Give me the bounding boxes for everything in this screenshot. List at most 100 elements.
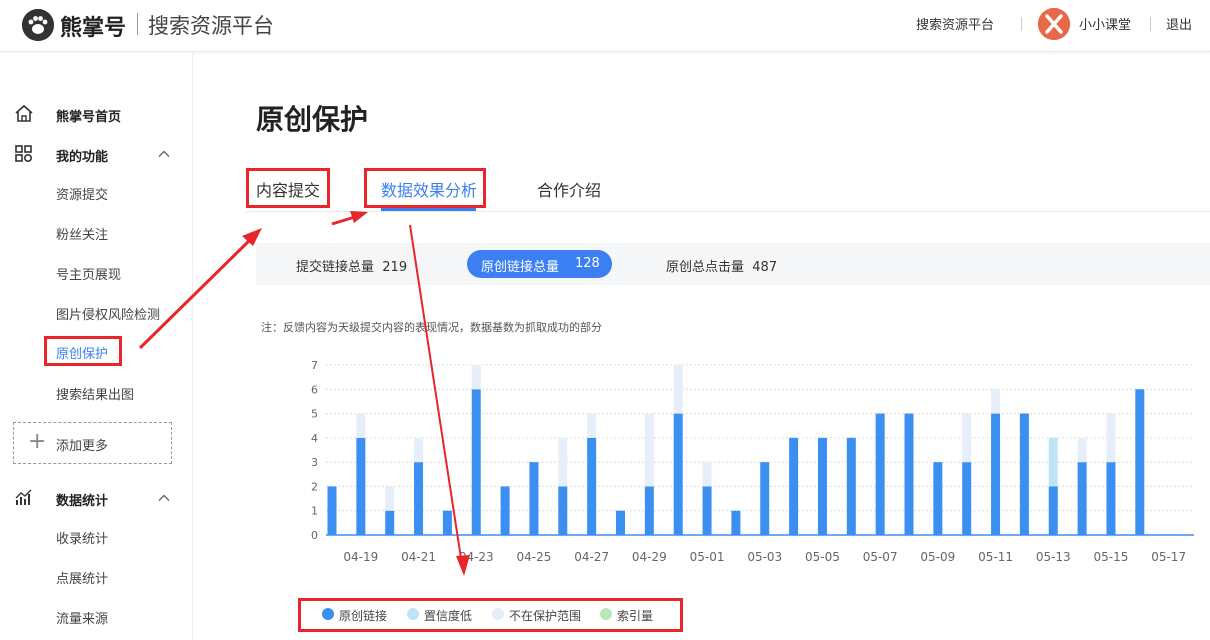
page-title: 原创保护 [256, 103, 369, 136]
stat-value: 219 [382, 260, 408, 275]
sidebar-section-label: 数据统计 [56, 494, 109, 509]
bar [529, 462, 539, 535]
tab-divider [246, 211, 1210, 212]
platform-link[interactable]: 搜索资源平台 [916, 14, 994, 33]
bar [558, 437, 568, 487]
bar [1106, 413, 1116, 463]
bar [904, 413, 914, 535]
stat-value: 128 [575, 256, 600, 271]
y-tick-label: 3 [311, 456, 318, 469]
x-tick-label: 05-01 [690, 550, 725, 564]
y-tick-label: 5 [311, 408, 318, 421]
sidebar-item-index-stats[interactable]: 收录统计 [56, 528, 108, 547]
sidebar-item-image-risk[interactable]: 图片侵权风险检测 [56, 304, 160, 323]
sidebar-item-homepage-display[interactable]: 号主页展现 [56, 264, 121, 283]
grid-icon [15, 145, 33, 163]
bar [442, 510, 452, 535]
chevron-up-icon[interactable] [158, 492, 170, 504]
annotation-box [246, 168, 330, 208]
logout-link[interactable]: 退出 [1166, 14, 1192, 33]
y-tick-label: 4 [311, 432, 318, 445]
bar [933, 462, 943, 535]
chart-note: 注：反馈内容为天级提交内容的表现情况，数据基数为抓取成功的部分 [261, 321, 602, 334]
bar [962, 462, 972, 535]
add-more-button[interactable]: + 添加更多 [13, 422, 172, 464]
x-tick-label: 05-15 [1094, 550, 1129, 564]
y-tick-label: 0 [311, 529, 318, 542]
bar [991, 413, 1001, 535]
bar [817, 437, 827, 535]
bar [1048, 486, 1058, 535]
avatar-x-icon[interactable] [1038, 8, 1070, 40]
stat-value: 487 [752, 260, 778, 275]
y-tick-label: 6 [311, 383, 318, 396]
brand-subtitle[interactable]: 搜索资源平台 [148, 10, 274, 40]
y-tick-label: 2 [311, 480, 318, 493]
brand-name[interactable]: 熊掌号 [60, 10, 126, 42]
sidebar-item-search-image[interactable]: 搜索结果出图 [56, 384, 134, 403]
bar [414, 462, 424, 535]
stat-submitted-links[interactable]: 提交链接总量 219 [296, 256, 407, 275]
bar [1019, 413, 1029, 535]
bar [673, 413, 683, 535]
home-icon [15, 104, 33, 122]
bar [702, 486, 712, 535]
tab-cooperation[interactable]: 合作介绍 [537, 177, 601, 201]
y-tick-label: 1 [311, 505, 318, 518]
bar [385, 486, 395, 511]
bar [1077, 462, 1087, 535]
bar [500, 486, 510, 535]
active-tab-indicator [381, 208, 476, 211]
sidebar-section-label: 我的功能 [56, 150, 109, 165]
bar [673, 365, 683, 414]
annotation-arrow [331, 214, 359, 226]
bar [587, 413, 597, 438]
stats-bar: 提交链接总量 219 原创链接总量 128 原创总点击量 487 [256, 243, 1210, 285]
bar [789, 437, 799, 535]
brand-divider [137, 13, 138, 35]
header-divider [1150, 17, 1151, 31]
annotation-box [44, 336, 122, 366]
x-tick-label: 04-21 [401, 550, 436, 564]
annotation-box [364, 168, 486, 208]
x-tick-label: 04-19 [343, 550, 378, 564]
x-tick-label: 04-27 [574, 550, 609, 564]
top-bar: 熊掌号 搜索资源平台 搜索资源平台 小小课堂 退出 [0, 0, 1210, 52]
annotation-box [298, 598, 683, 632]
x-tick-label: 05-17 [1151, 550, 1186, 564]
x-tick-label: 05-07 [863, 550, 898, 564]
sidebar-item-traffic-source[interactable]: 流量来源 [56, 608, 108, 627]
sidebar-item-display-stats[interactable]: 点展统计 [56, 568, 108, 587]
header-divider [1021, 17, 1022, 31]
sidebar-item-fans[interactable]: 粉丝关注 [56, 224, 108, 243]
chevron-up-icon[interactable] [158, 148, 170, 160]
bar [962, 413, 972, 463]
y-tick-label: 7 [311, 359, 318, 372]
stat-label: 提交链接总量 [296, 260, 375, 275]
bar [644, 486, 654, 535]
bar-chart: 0 1 2 3 4 5 6 7 04-19 04-21 04-23 04-25 04-27 04-29 05… [311, 359, 1194, 564]
bar [846, 437, 856, 535]
bar-chart-icon [15, 489, 32, 505]
bar [1077, 437, 1087, 463]
stat-original-clicks[interactable]: 原创总点击量 487 [666, 256, 777, 275]
bar [356, 413, 366, 438]
bar [327, 486, 337, 535]
bar [644, 413, 654, 487]
add-more-label: 添加更多 [56, 439, 109, 454]
bar [385, 510, 395, 535]
paw-icon[interactable] [22, 9, 54, 41]
x-tick-label: 05-11 [978, 550, 1013, 564]
x-tick-label: 04-25 [517, 550, 552, 564]
bar [731, 510, 741, 535]
stat-label: 原创链接总量 [481, 260, 560, 275]
plus-icon: + [28, 429, 47, 454]
bar [471, 365, 481, 390]
x-tick-label: 05-13 [1036, 550, 1071, 564]
stat-original-links[interactable]: 原创链接总量 128 [467, 250, 612, 278]
x-tick-label: 05-03 [747, 550, 782, 564]
bar [471, 389, 481, 535]
sidebar-item-resource-submit[interactable]: 资源提交 [56, 184, 108, 203]
bar [760, 462, 770, 535]
username-link[interactable]: 小小课堂 [1079, 14, 1131, 33]
